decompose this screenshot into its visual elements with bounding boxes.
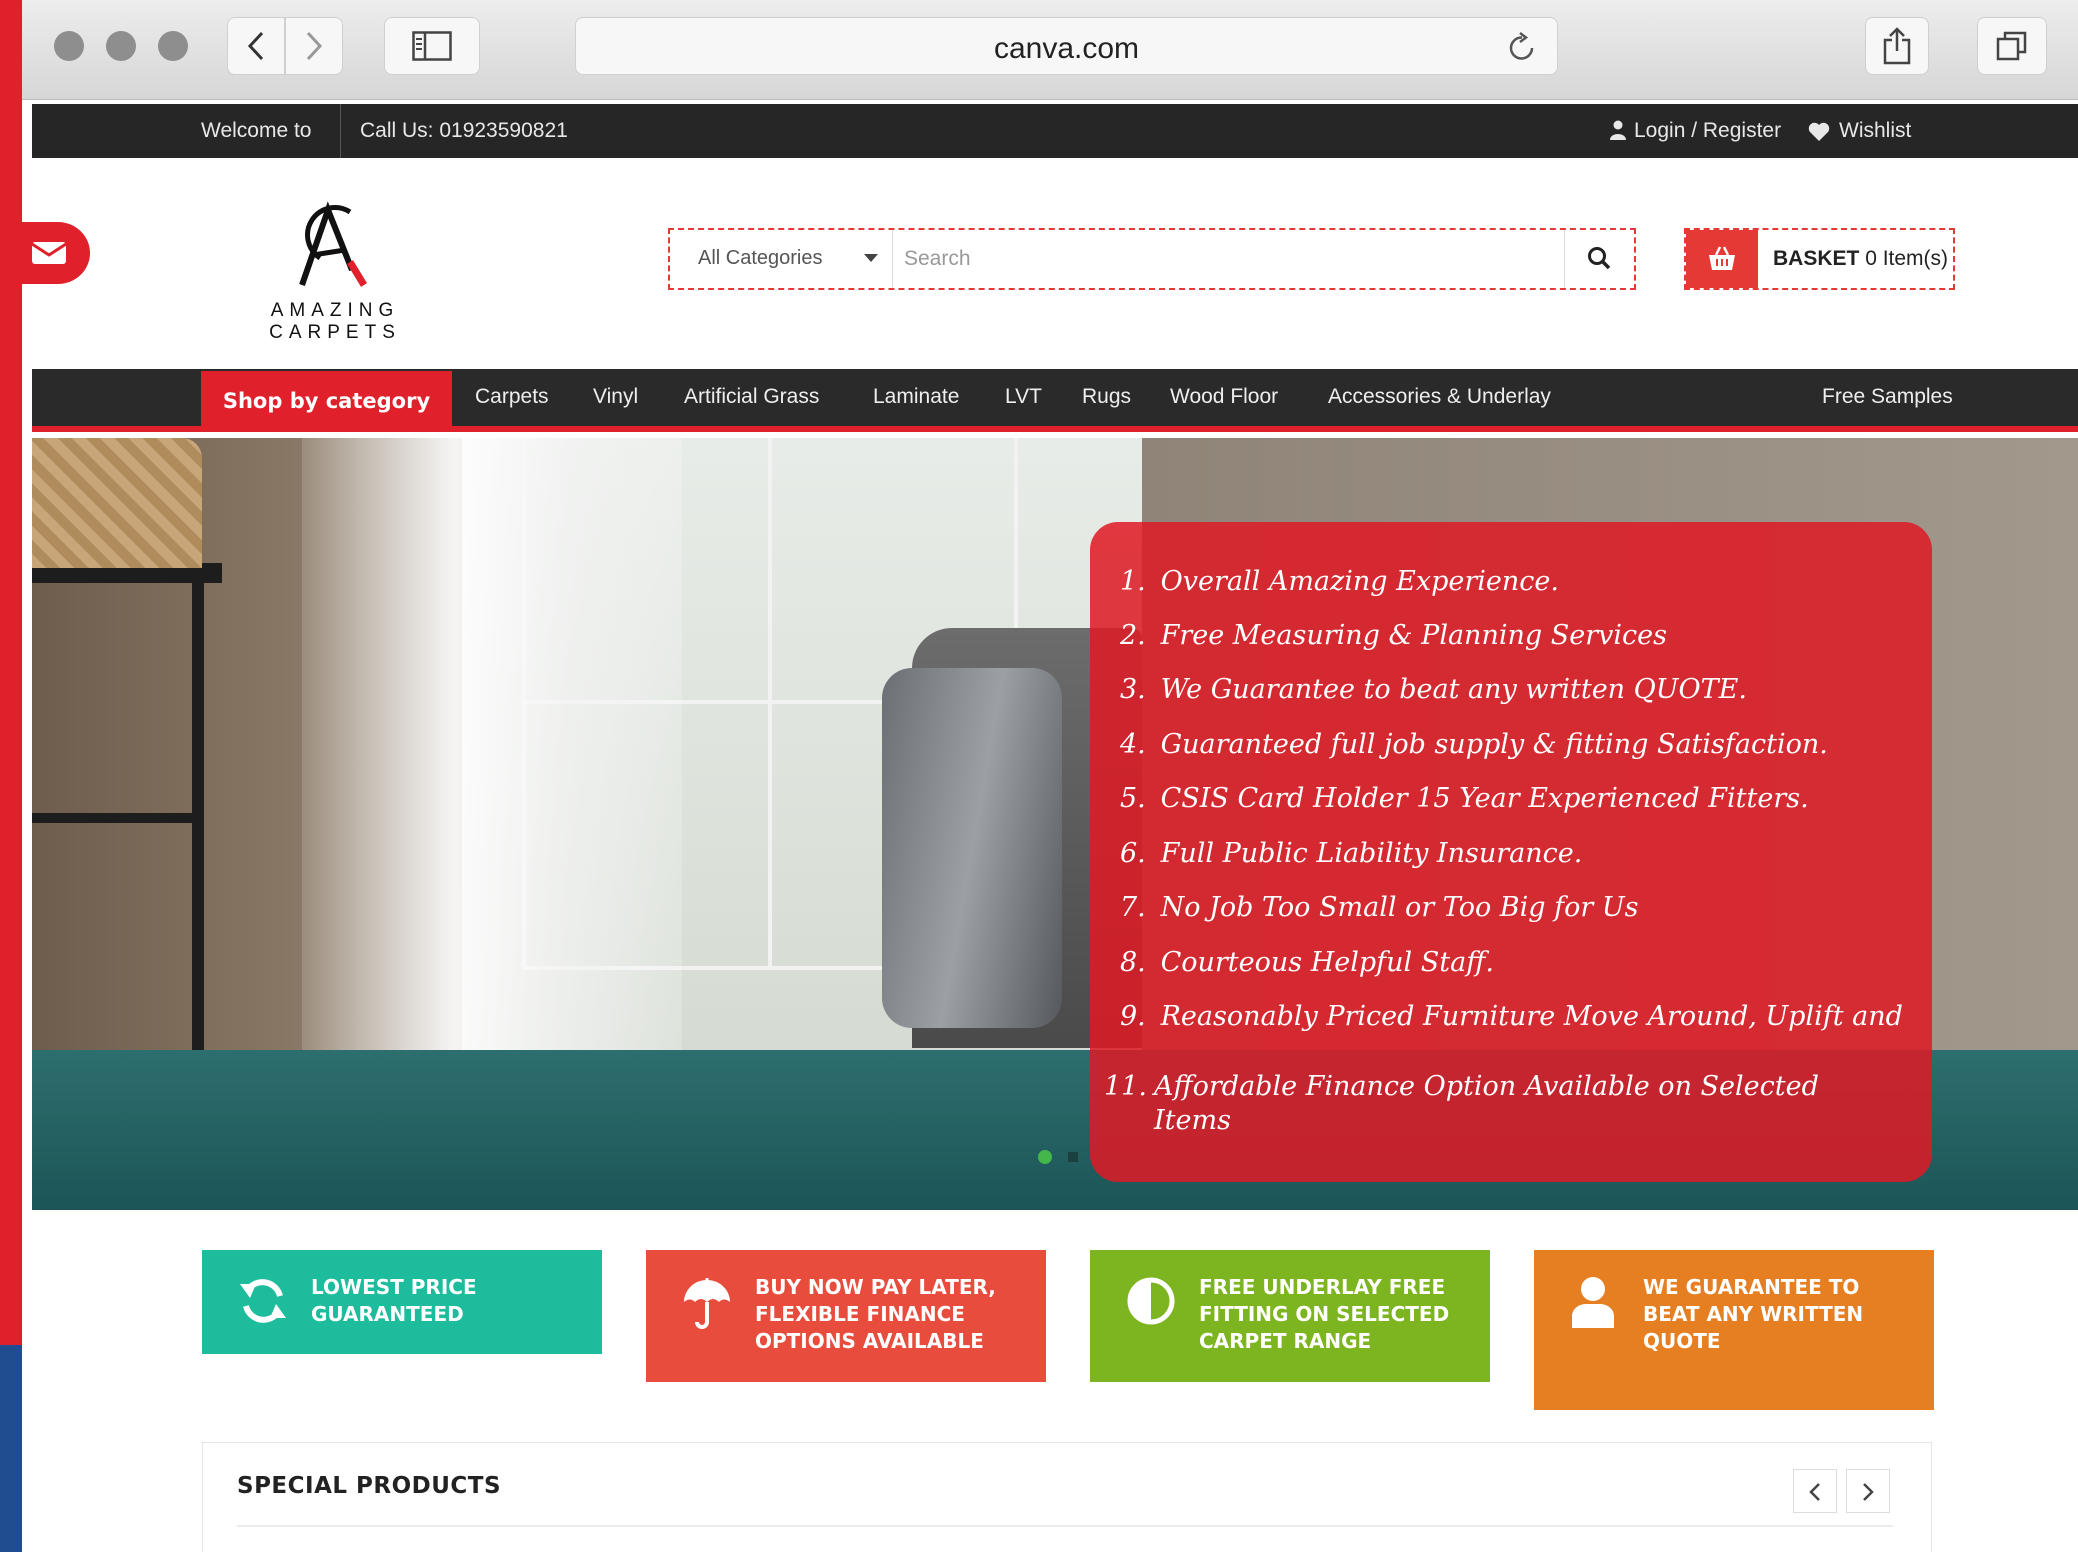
hero-basket	[32, 438, 202, 568]
promo-panel: 1. Overall Amazing Experience. 2. Free M…	[1090, 522, 1932, 1182]
nav-item-lvt[interactable]: LVT	[1005, 385, 1042, 409]
login-register-link[interactable]: Login / Register	[1634, 119, 1781, 143]
search-input[interactable]	[904, 230, 1544, 288]
address-bar[interactable]: canva.com	[575, 17, 1558, 75]
share-icon	[1883, 27, 1911, 65]
chevron-left-icon	[1809, 1483, 1820, 1501]
promo-item: 3. We Guarantee to beat any written QUOT…	[1120, 674, 1747, 705]
basket-count: 0 Item(s)	[1865, 247, 1949, 270]
wishlist-link[interactable]: Wishlist	[1839, 119, 1911, 143]
forward-button[interactable]	[285, 17, 343, 75]
hero-blanket	[882, 668, 1062, 1028]
feature-text: Buy Now Pay Later, Flexible Finance Opti…	[755, 1275, 996, 1353]
main-navigation: Shop by category Carpets Vinyl Artificia…	[32, 369, 2078, 432]
shop-by-category-label: Shop by category	[222, 389, 431, 413]
category-select[interactable]: All Categories	[670, 230, 893, 288]
promo-item: 8. Courteous Helpful Staff.	[1120, 947, 1494, 978]
half-circle-icon	[1127, 1277, 1175, 1325]
feature-finance[interactable]: Buy Now Pay Later, Flexible Finance Opti…	[646, 1250, 1046, 1382]
search-icon	[1588, 247, 1611, 270]
logo-text: AMAZING CARPETS	[269, 300, 401, 343]
basket-title: BASKET	[1773, 247, 1860, 270]
feature-lowest-price[interactable]: Lowest Price Guaranteed	[202, 1250, 602, 1354]
basket-icon-box	[1686, 230, 1758, 288]
tabs-overview-button[interactable]	[1977, 17, 2047, 75]
nav-item-free-samples[interactable]: Free Samples	[1822, 385, 1953, 409]
nav-item-laminate[interactable]: Laminate	[873, 385, 959, 409]
nav-item-wood-floor[interactable]: Wood Floor	[1170, 385, 1278, 409]
chevron-right-icon	[306, 31, 323, 61]
chevron-right-icon	[1863, 1483, 1874, 1501]
caret-down-icon	[864, 254, 878, 262]
nav-item-vinyl[interactable]: Vinyl	[593, 385, 638, 409]
browser-toolbar: canva.com	[22, 0, 2078, 100]
slider-dot-active[interactable]	[1038, 1150, 1052, 1164]
promo-item: 9. Reasonably Priced Furniture Move Arou…	[1120, 1001, 1903, 1032]
call-us-text: Call Us: 01923590821	[360, 119, 568, 142]
refresh-icon	[240, 1279, 286, 1323]
feature-free-underlay[interactable]: Free Underlay Free Fitting on Selected C…	[1090, 1250, 1490, 1382]
close-window-button[interactable]	[54, 31, 84, 61]
nav-item-carpets[interactable]: Carpets	[475, 385, 549, 409]
tabs-icon	[1996, 31, 2027, 61]
feature-text: Free Underlay Free Fitting on Selected C…	[1199, 1275, 1450, 1353]
promo-item: 5. CSIS Card Holder 15 Year Experienced …	[1120, 783, 1809, 814]
sidebar-icon	[412, 31, 452, 61]
page-left-edge-blue	[0, 1345, 22, 1552]
nav-item-rugs[interactable]: Rugs	[1082, 385, 1131, 409]
share-button[interactable]	[1865, 17, 1929, 75]
logo-mark	[299, 201, 367, 287]
user-icon	[1610, 120, 1626, 140]
basket-label: BASKET 0 Item(s)	[1773, 247, 1948, 271]
promo-item: 6. Full Public Liability Insurance.	[1120, 838, 1583, 869]
mail-icon[interactable]	[22, 222, 90, 284]
shop-by-category-button[interactable]: Shop by category	[201, 371, 452, 432]
nav-item-artificial-grass[interactable]: Artificial Grass	[684, 385, 819, 409]
sidebar-toggle-button[interactable]	[384, 17, 480, 75]
promo-item: 1. Overall Amazing Experience.	[1120, 566, 1559, 597]
zoom-window-button[interactable]	[158, 31, 188, 61]
reload-icon[interactable]	[1507, 31, 1537, 63]
shopping-basket-icon	[1709, 246, 1735, 270]
category-select-label: All Categories	[698, 247, 823, 269]
basket-button[interactable]: BASKET 0 Item(s)	[1684, 228, 1955, 290]
section-divider	[237, 1525, 1893, 1527]
special-products-section: SPECIAL PRODUCTS	[202, 1442, 1932, 1552]
carousel-next-button[interactable]	[1846, 1469, 1890, 1513]
site-logo[interactable]: AMAZING CARPETS	[200, 200, 470, 343]
heart-icon	[1808, 122, 1830, 141]
carousel-prev-button[interactable]	[1793, 1469, 1837, 1513]
search-bar: All Categories	[668, 228, 1636, 290]
feature-beat-quote[interactable]: We Guarantee to Beat Any Written Quote	[1534, 1250, 1934, 1410]
user-icon	[1572, 1277, 1614, 1328]
umbrella-icon	[684, 1278, 730, 1329]
welcome-text: Welcome to	[201, 119, 312, 142]
special-products-title: SPECIAL PRODUCTS	[237, 1473, 502, 1499]
feature-text: Lowest Price Guaranteed	[311, 1275, 477, 1326]
top-bar-divider	[340, 104, 341, 158]
hero-curtain	[302, 438, 682, 1058]
promo-item: 2. Free Measuring & Planning Services	[1120, 620, 1667, 651]
promo-item: 4. Guaranteed full job supply & fitting …	[1120, 729, 1828, 760]
chevron-left-icon	[247, 31, 264, 61]
address-text: canva.com	[993, 32, 1140, 65]
promo-item: 7. No Job Too Small or Too Big for Us	[1120, 892, 1639, 923]
feature-text: We Guarantee to Beat Any Written Quote	[1643, 1275, 1864, 1353]
nav-item-accessories-underlay[interactable]: Accessories & Underlay	[1328, 385, 1551, 409]
promo-item: 11. Affordable Finance Option Available o…	[1104, 1071, 1819, 1136]
hero-side-table	[32, 563, 222, 1053]
back-button[interactable]	[227, 17, 285, 75]
minimize-window-button[interactable]	[106, 31, 136, 61]
top-bar: Welcome to Call Us: 01923590821 Login / …	[32, 104, 2078, 158]
slider-dot[interactable]	[1068, 1152, 1078, 1162]
search-button[interactable]	[1564, 230, 1634, 288]
page-left-edge	[0, 0, 22, 1345]
